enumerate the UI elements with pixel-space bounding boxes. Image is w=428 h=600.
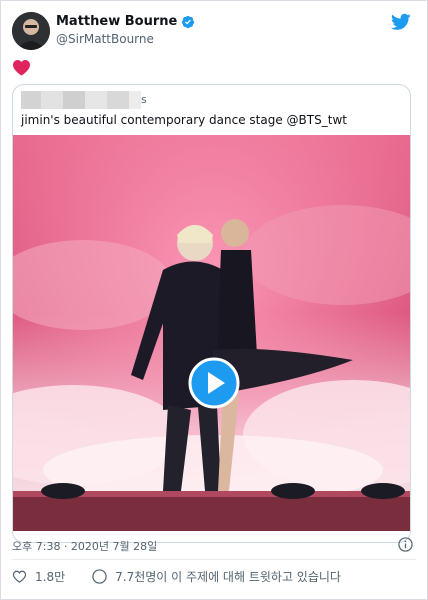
quoted-text: jimin's beautiful contemporary dance sta…: [21, 113, 347, 127]
quoted-name-suffix: s: [141, 93, 147, 106]
video-frame: [13, 135, 410, 531]
twitter-bird-icon[interactable]: [391, 13, 411, 31]
discussion-text: 7.7천명이 이 주제에 대해 트윗하고 있습니다: [115, 570, 341, 584]
divider: [12, 559, 416, 560]
heart-outline-icon: [12, 570, 27, 583]
video-thumbnail[interactable]: [13, 135, 410, 531]
like-count: 1.8만: [35, 570, 66, 584]
author-name[interactable]: Matthew Bourne: [56, 14, 177, 29]
blurred-username: [21, 91, 141, 109]
person-icon: [92, 569, 107, 584]
red-heart-icon: [13, 59, 30, 76]
play-button-icon[interactable]: [188, 357, 240, 409]
like-action[interactable]: 1.8만: [12, 568, 65, 585]
verified-badge-icon: [182, 15, 195, 28]
info-icon[interactable]: [398, 537, 413, 552]
tweet-card: Matthew Bourne @SirMattBourne s jimin's …: [0, 0, 428, 600]
discussion-action[interactable]: 7.7천명이 이 주제에 대해 트윗하고 있습니다: [92, 568, 341, 585]
author-row: Matthew Bourne: [56, 14, 195, 29]
action-bar: 1.8만 7.7천명이 이 주제에 대해 트윗하고 있습니다: [12, 568, 341, 585]
author-handle[interactable]: @SirMattBourne: [56, 32, 154, 46]
avatar[interactable]: [12, 12, 50, 50]
tweet-timestamp[interactable]: 오후 7:38 · 2020년 7월 28일: [12, 538, 157, 554]
quoted-tweet[interactable]: s jimin's beautiful contemporary dance s…: [12, 84, 411, 543]
